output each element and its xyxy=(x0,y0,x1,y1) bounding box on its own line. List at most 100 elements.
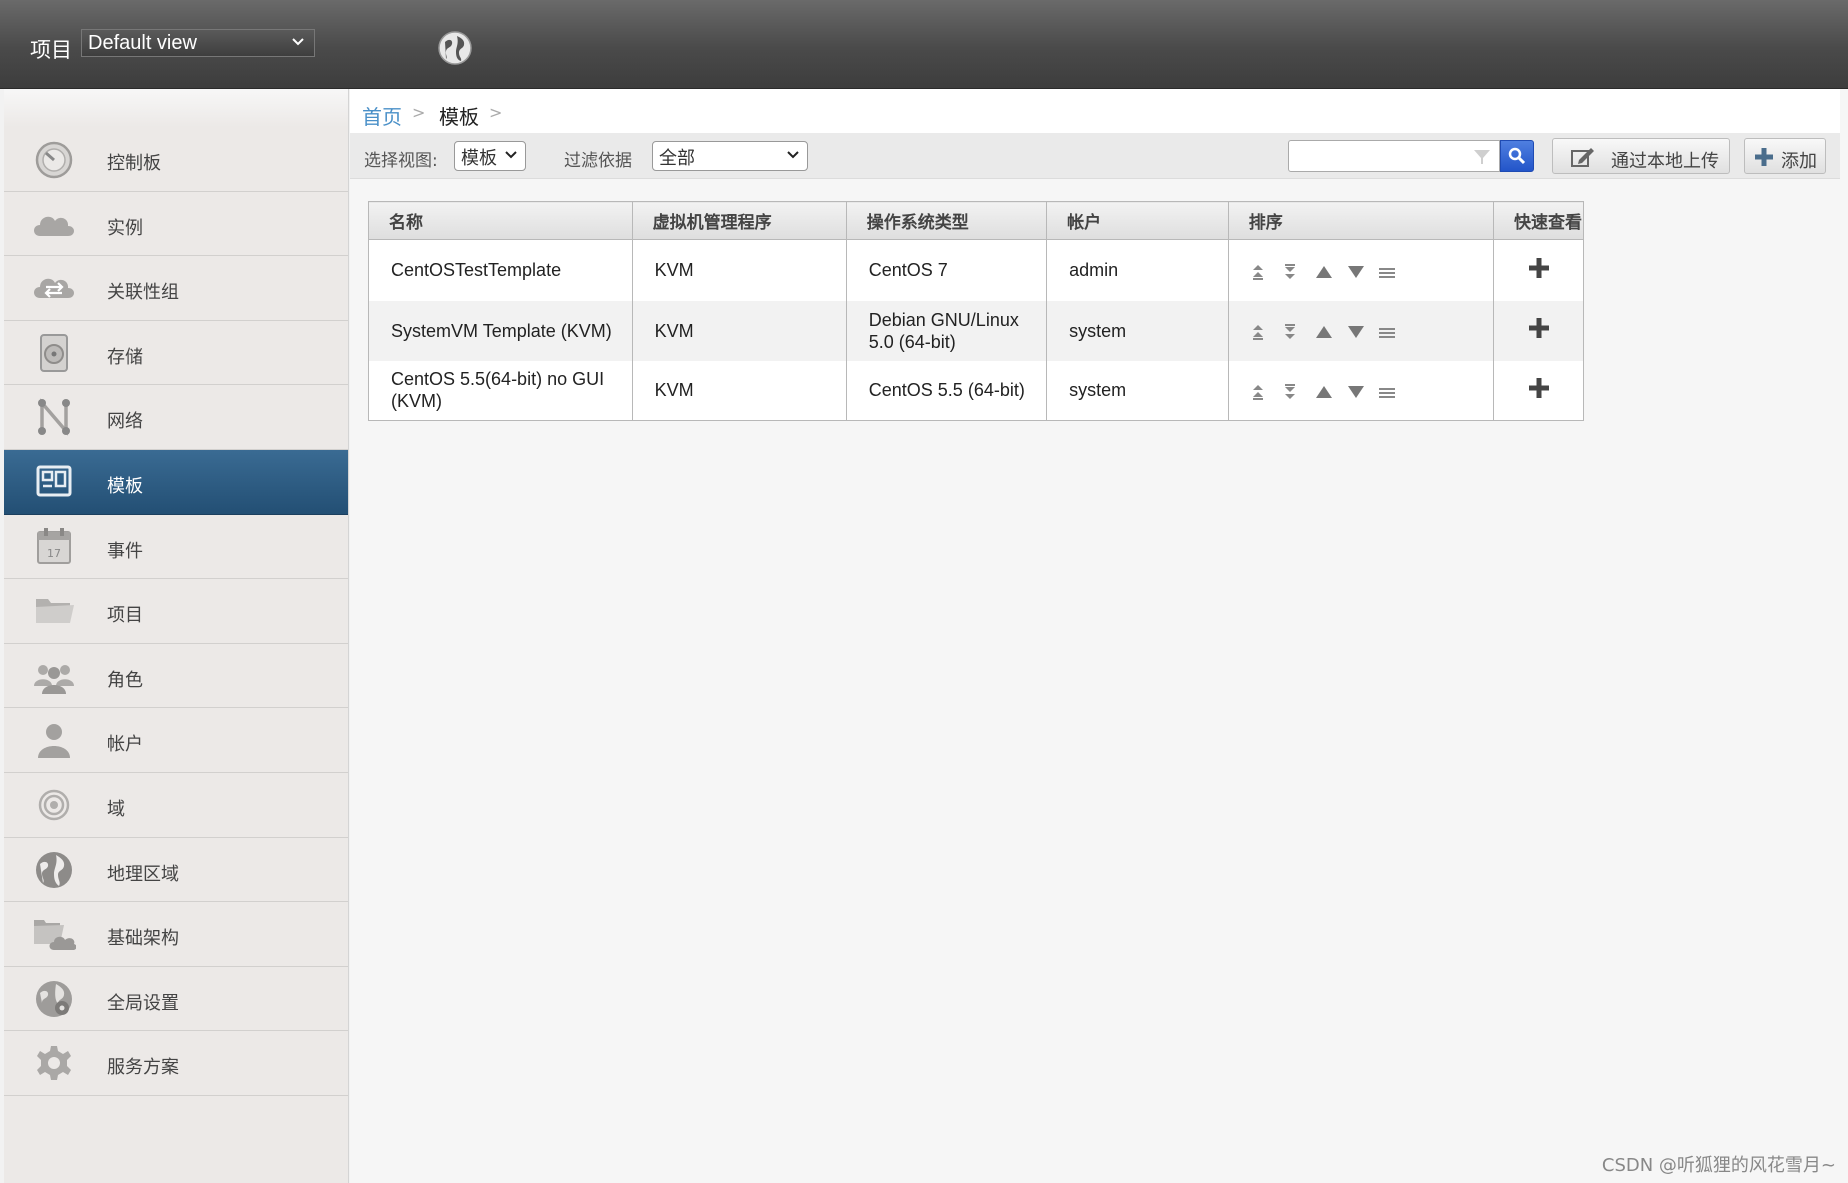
sidebar-item-roles[interactable]: 角色 xyxy=(4,643,348,709)
sidebar-item-dashboard[interactable]: 控制板 xyxy=(4,127,348,192)
sidebar-item-projects[interactable]: 项目 xyxy=(4,579,348,644)
quick-view-plus-icon[interactable] xyxy=(1528,377,1550,399)
sidebar-item-storage[interactable]: 存储 xyxy=(4,320,348,386)
sidebar-item-label: 全局设置 xyxy=(107,992,179,1014)
domain-icon xyxy=(38,789,70,821)
move-top-icon[interactable] xyxy=(1251,323,1278,341)
cell-order xyxy=(1228,300,1495,361)
cell-hypervisor: KVM xyxy=(632,300,847,361)
globe-icon[interactable] xyxy=(437,30,473,66)
column-header-os-type[interactable]: 操作系统类型 xyxy=(846,201,1048,240)
sidebar-item-label: 服务方案 xyxy=(107,1057,179,1079)
column-header-order: 排序 xyxy=(1228,201,1495,240)
sidebar-item-domains[interactable]: 域 xyxy=(4,772,348,838)
add-button[interactable]: 添加 xyxy=(1744,138,1826,174)
table-row[interactable]: CentOS 5.5(64-bit) no GUI (KVM) KVM Cent… xyxy=(368,360,1584,421)
upload-local-label: 通过本地上传 xyxy=(1611,151,1719,172)
move-bottom-icon[interactable] xyxy=(1283,323,1310,341)
column-header-hypervisor[interactable]: 虚拟机管理程序 xyxy=(632,201,847,240)
project-label: 项目 xyxy=(30,38,72,62)
sidebar-item-accounts[interactable]: 帐户 xyxy=(4,708,348,773)
view-select[interactable]: 模板 xyxy=(454,141,526,171)
drag-handle-icon[interactable] xyxy=(1378,263,1406,281)
chevron-down-icon xyxy=(787,151,799,159)
breadcrumb-home-link[interactable]: 首页 xyxy=(362,101,402,130)
breadcrumb: 首页 > 模板 > xyxy=(350,89,1840,133)
breadcrumb-current[interactable]: 模板 xyxy=(439,101,479,130)
cell-name[interactable]: CentOSTestTemplate xyxy=(368,239,633,301)
move-down-icon[interactable] xyxy=(1347,323,1374,341)
move-bottom-icon[interactable] xyxy=(1283,263,1310,281)
column-header-name[interactable]: 名称 xyxy=(368,201,633,240)
move-up-icon[interactable] xyxy=(1315,263,1342,281)
breadcrumb-separator: > xyxy=(412,103,426,122)
view-select-value: 模板 xyxy=(461,148,497,169)
cell-name[interactable]: SystemVM Template (KVM) xyxy=(368,300,633,361)
cell-account: admin xyxy=(1046,239,1229,301)
sidebar-item-label: 关联性组 xyxy=(107,282,179,304)
move-top-icon[interactable] xyxy=(1251,383,1278,401)
move-down-icon[interactable] xyxy=(1347,383,1374,401)
sidebar-item-label: 网络 xyxy=(107,411,143,433)
project-view-value: Default view xyxy=(88,32,197,54)
breadcrumb-separator: > xyxy=(489,103,503,122)
sidebar-item-instances[interactable]: 实例 xyxy=(4,191,348,257)
dashboard-icon xyxy=(35,141,73,179)
column-header-quick-view: 快速查看 xyxy=(1493,201,1584,240)
sidebar-item-templates[interactable]: 模板 xyxy=(4,449,348,515)
sidebar-item-infrastructure[interactable]: 基础架构 xyxy=(4,902,348,967)
edit-upload-icon xyxy=(1571,148,1594,167)
sidebar-item-affinity-groups[interactable]: 关联性组 xyxy=(4,256,348,321)
cell-order xyxy=(1228,360,1495,421)
sidebar-item-service-offerings[interactable]: 服务方案 xyxy=(4,1031,348,1096)
sidebar-item-label: 事件 xyxy=(107,540,143,562)
sidebar-item-label: 实例 xyxy=(107,217,143,239)
move-up-icon[interactable] xyxy=(1315,323,1342,341)
drag-handle-icon[interactable] xyxy=(1378,323,1406,341)
sidebar-item-network[interactable]: 网络 xyxy=(4,385,348,450)
search-button[interactable] xyxy=(1500,140,1534,172)
sidebar-item-label: 基础架构 xyxy=(107,928,179,950)
cell-quick-view xyxy=(1493,239,1584,301)
sidebar-item-label: 项目 xyxy=(107,605,143,627)
toolbar: 选择视图: 模板 过滤依据 全部 通过本地上传 添加 xyxy=(350,133,1840,179)
column-header-account[interactable]: 帐户 xyxy=(1046,201,1229,240)
cell-name[interactable]: CentOS 5.5(64-bit) no GUI (KVM) xyxy=(368,360,633,421)
storage-icon xyxy=(40,333,68,372)
sidebar-item-regions[interactable]: 地理区域 xyxy=(4,837,348,903)
drag-handle-icon[interactable] xyxy=(1378,383,1406,401)
search-input[interactable] xyxy=(1288,140,1500,172)
table-row[interactable]: CentOSTestTemplate KVM CentOS 7 admin xyxy=(368,239,1584,301)
globe-icon xyxy=(36,851,72,888)
cell-account: system xyxy=(1046,300,1229,361)
infrastructure-icon xyxy=(34,920,76,951)
quick-view-plus-icon[interactable] xyxy=(1528,257,1550,279)
cell-hypervisor: KVM xyxy=(632,239,847,301)
sidebar: 控制板 实例 关联性组 存储 网络 模板 17 事件 项目 角色 帐户 域 地理… xyxy=(4,89,349,1183)
sidebar-item-label: 存储 xyxy=(107,346,143,368)
table-row[interactable]: SystemVM Template (KVM) KVM Debian GNU/L… xyxy=(368,300,1584,361)
user-icon xyxy=(38,724,70,759)
select-view-label: 选择视图: xyxy=(364,151,438,171)
quick-view-plus-icon[interactable] xyxy=(1528,317,1550,339)
sidebar-item-label: 帐户 xyxy=(107,734,143,756)
move-top-icon[interactable] xyxy=(1251,263,1278,281)
cell-quick-view xyxy=(1493,360,1584,421)
filter-select[interactable]: 全部 xyxy=(652,141,808,171)
move-up-icon[interactable] xyxy=(1315,383,1342,401)
sidebar-header xyxy=(4,89,348,127)
plus-icon xyxy=(1755,148,1773,166)
affinity-icon xyxy=(34,278,74,299)
project-view-select[interactable]: Default view xyxy=(81,29,315,57)
sidebar-item-global-settings[interactable]: 全局设置 xyxy=(4,966,348,1032)
sidebar-item-label: 地理区域 xyxy=(107,863,179,885)
move-bottom-icon[interactable] xyxy=(1283,383,1310,401)
add-label: 添加 xyxy=(1781,151,1817,172)
global-settings-icon xyxy=(36,980,72,1017)
search-icon xyxy=(1508,147,1526,165)
move-down-icon[interactable] xyxy=(1347,263,1374,281)
filter-funnel-icon[interactable] xyxy=(1473,149,1491,165)
sidebar-item-events[interactable]: 17 事件 xyxy=(4,514,348,580)
upload-local-button[interactable]: 通过本地上传 xyxy=(1552,138,1730,174)
roles-icon xyxy=(34,664,74,694)
